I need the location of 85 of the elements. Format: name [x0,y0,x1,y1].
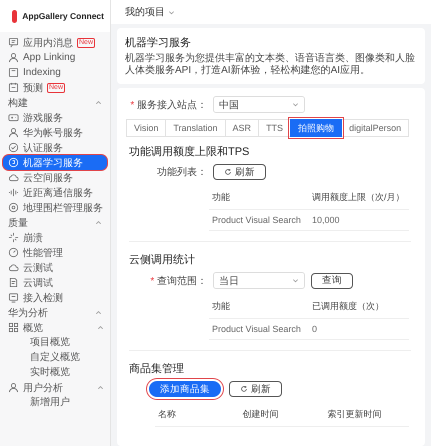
chevron-icon [292,277,299,284]
group-title: 质量 [8,216,28,230]
query-button[interactable]: 查询 [311,272,353,288]
dropdown[interactable]: 当日 [213,272,305,289]
field-label: * 查询范围： [149,274,207,288]
group-title: 华为分析 [8,306,48,320]
tab[interactable]: Vision [126,119,166,137]
tab[interactable]: TTS [258,119,292,137]
sidebar-item[interactable]: 用户分析 [3,380,107,395]
sidebar-item[interactable]: 机器学习服务 [3,155,107,170]
sidebar-subitem[interactable]: 项目概览 [0,335,110,350]
refresh-icon [240,385,248,393]
field-label: * 服务接入站点： [129,98,207,112]
page-title: 机器学习服务 [125,36,192,50]
chevron-icon[interactable] [97,324,104,331]
chevron-icon[interactable] [168,8,175,16]
gauge-icon [8,247,19,258]
tab[interactable]: ASR [224,119,260,137]
square-icon [8,67,19,78]
chevron-icon[interactable] [95,219,102,226]
sidebar-item[interactable]: 云测试 [3,260,107,275]
target-icon [8,202,19,213]
sidebar-item[interactable]: 崩溃 [3,230,107,245]
page-description: 机器学习服务为您提供丰富的文本类、语音语言类、图像类和人脸人体类服务API，打造AI新体验，轻松构建您的AI应用。 [125,53,416,77]
tab[interactable]: digitalPerson [341,119,410,137]
chevron-icon [292,101,299,108]
column-header: 功能 [209,186,309,210]
sidebar-item[interactable]: 地理围栏管理服务 [3,200,107,215]
document-icon [8,277,19,288]
refresh-button[interactable]: 刷新 [213,164,266,180]
table-cell: 10,000 [309,210,409,231]
column-header: 功能 [209,295,309,319]
sidebar-subitem[interactable]: 实时概览 [0,365,110,380]
group-title: 构建 [8,96,28,110]
chevron-icon[interactable] [95,99,102,106]
check-circle-icon [8,142,19,153]
table-cell: Product Visual Search [209,210,309,231]
brand-name: AppGallery Connect [22,11,104,21]
chevron-icon[interactable] [97,384,104,391]
app-logo-icon [12,10,18,22]
table-cell: 0 [309,319,409,340]
grid-icon [8,322,19,333]
field-label: 功能列表： [156,166,207,179]
sidebar-item[interactable]: 性能管理 [3,245,107,260]
sidebar-item[interactable]: 认证服务 [3,140,107,155]
column-header: 索引更新时间 [324,403,409,427]
sidebar-subitem[interactable]: 自定义概览 [0,350,110,365]
sidebar-item[interactable]: 接入检测 [3,290,107,305]
person-icon [8,382,19,393]
column-header: 已调用额度（次） [309,295,409,319]
sidebar-item[interactable]: 游戏服务 [3,110,107,125]
spark-icon [8,232,19,243]
cloud-icon [8,172,19,183]
message-icon [8,37,19,48]
sidebar-item[interactable]: 云调试 [3,275,107,290]
project-selector[interactable]: 我的项目 [125,5,165,19]
refresh-button[interactable]: 刷新 [229,381,282,397]
sidebar-item[interactable]: 近距离通信服务 [3,185,107,200]
calendar-icon [8,82,19,93]
dropdown[interactable]: 中国 [213,96,305,113]
sidebar-item[interactable]: 概览 [3,320,107,335]
section-title: 功能调用额度上限和TPS [129,144,250,159]
monitor-icon [8,292,19,303]
refresh-icon [224,168,232,176]
column-header: 名称 [155,403,240,427]
tab[interactable]: 拍照购物 [290,119,342,137]
sidebar-item[interactable]: 华为帐号服务 [3,125,107,140]
circle-icon [8,157,19,168]
tab[interactable]: Translation [165,119,226,137]
table-cell: Product Visual Search [209,319,309,340]
add-button[interactable]: 添加商品集 [149,381,221,397]
sidebar-item[interactable]: 云空间服务 [3,170,107,185]
section-title: 云侧调用统计 [129,252,196,267]
sidebar-item[interactable]: App Linking [3,50,107,65]
section-title: 商品集管理 [129,362,185,376]
wave-icon [8,187,19,198]
cloud-icon [8,262,19,273]
person-icon [8,127,19,138]
column-header: 创建时间 [240,403,324,427]
sidebar-subitem[interactable]: 新增用户 [0,395,110,410]
column-header: 调用额度上限（次/月） [309,186,409,210]
chevron-icon[interactable] [95,309,102,316]
gamepad-icon [8,112,19,123]
sidebar-item[interactable]: Indexing [3,65,107,80]
person-icon [8,52,19,63]
